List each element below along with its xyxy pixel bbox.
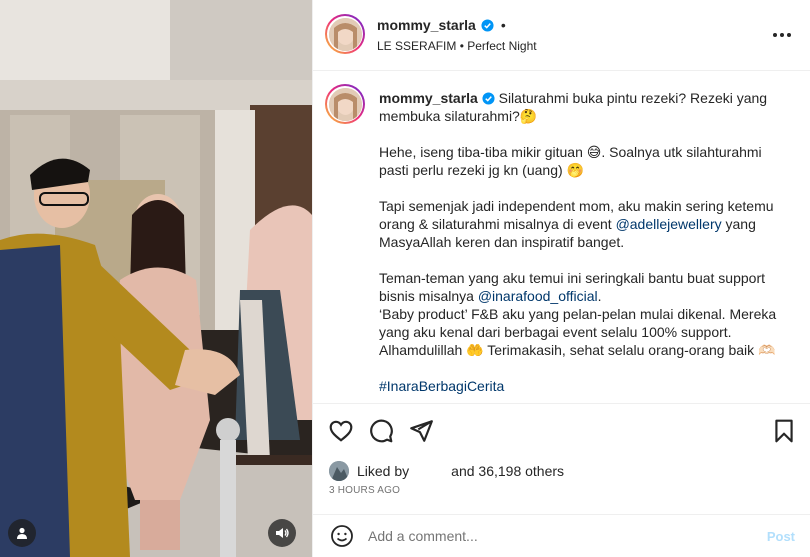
hashtag-link[interactable]: #InaraBerbagiCerita bbox=[379, 378, 504, 394]
caption-avatar[interactable] bbox=[325, 84, 365, 124]
heart-icon[interactable] bbox=[328, 418, 354, 444]
user-tag-button[interactable] bbox=[8, 519, 36, 547]
user-tag-icon bbox=[17, 527, 27, 539]
caption-paragraph-4-dot: . bbox=[597, 288, 602, 304]
caption-section: mommy_starla Silaturahmi buka pintu reze… bbox=[313, 72, 810, 403]
header-separator: • bbox=[500, 17, 506, 33]
comment-bar: Post bbox=[313, 514, 810, 557]
audio-track-link[interactable]: LE SSERAFIM • Perfect Night bbox=[377, 39, 537, 53]
caption-username[interactable]: mommy_starla bbox=[379, 90, 478, 106]
caption-paragraph-4-line2: ‘Baby product’ F&B aku yang pelan-pelan … bbox=[379, 306, 777, 358]
bookmark-icon[interactable] bbox=[771, 418, 797, 444]
avatar[interactable] bbox=[325, 14, 365, 54]
post-details-panel: mommy_starla • LE SSERAFIM • Perfect Nig… bbox=[312, 0, 810, 557]
post-media[interactable] bbox=[0, 0, 312, 557]
mention-link-adellejewellery[interactable]: @adellejewellery bbox=[616, 216, 722, 232]
audio-icon bbox=[276, 528, 289, 538]
likes-count[interactable]: and 36,198 others bbox=[451, 463, 564, 479]
likes-summary: Liked by and 36,198 others bbox=[329, 461, 564, 481]
emoji-icon[interactable] bbox=[330, 524, 354, 548]
comment-icon[interactable] bbox=[368, 418, 394, 444]
action-bar bbox=[313, 403, 810, 461]
share-icon[interactable] bbox=[408, 418, 434, 444]
comment-input[interactable] bbox=[368, 528, 748, 544]
post-comment-button[interactable]: Post bbox=[767, 529, 795, 544]
caption-text: mommy_starla Silaturahmi buka pintu reze… bbox=[379, 89, 793, 403]
more-icon[interactable] bbox=[770, 26, 794, 44]
post-photo bbox=[0, 0, 312, 557]
post-header: mommy_starla • LE SSERAFIM • Perfect Nig… bbox=[313, 0, 810, 71]
verified-icon bbox=[482, 92, 495, 105]
header-username[interactable]: mommy_starla bbox=[377, 17, 476, 33]
mention-link-inarafood[interactable]: @inarafood_official bbox=[478, 288, 598, 304]
liker-avatar[interactable] bbox=[329, 461, 349, 481]
audio-toggle-button[interactable] bbox=[268, 519, 296, 547]
post-timestamp[interactable]: 3 HOURS AGO bbox=[329, 485, 400, 496]
liked-by-text: Liked by bbox=[357, 463, 410, 479]
caption-paragraph-2: Hehe, iseng tiba-tiba mikir gituan 😅. So… bbox=[379, 144, 762, 178]
verified-icon bbox=[481, 18, 494, 32]
